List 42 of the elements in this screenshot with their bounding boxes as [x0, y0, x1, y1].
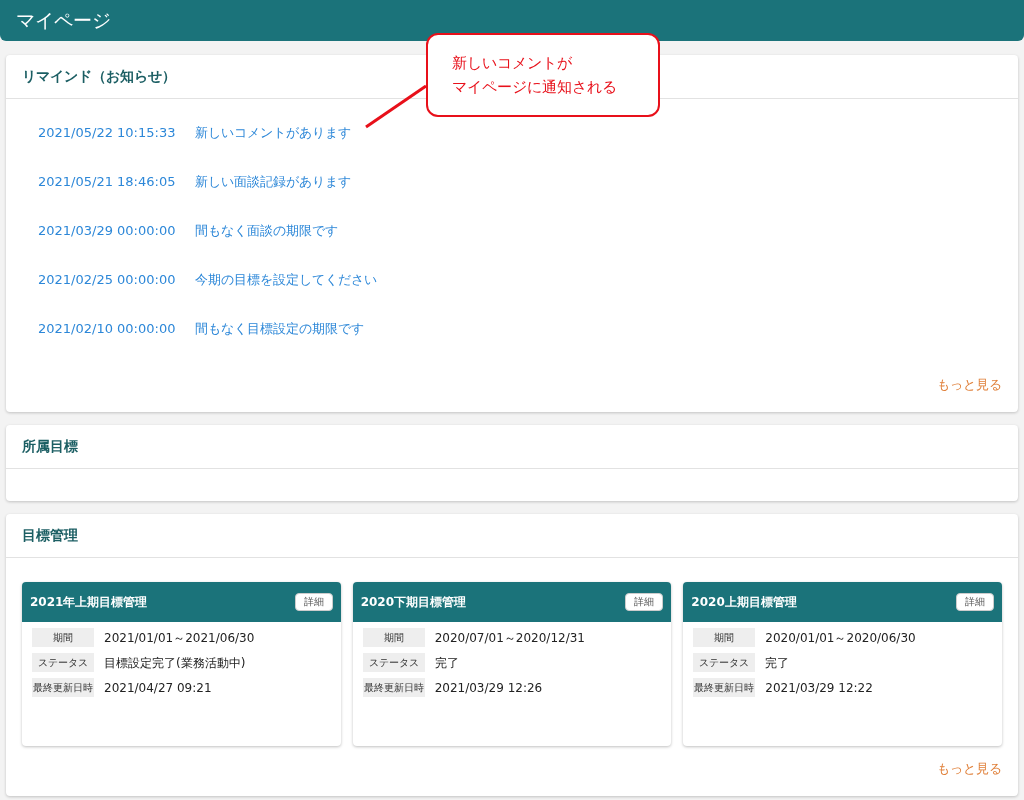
panel-title: 目標管理	[22, 526, 78, 545]
panel-title: 所属目標	[22, 437, 78, 456]
card-title: 2020上期目標管理	[691, 594, 797, 611]
details-button[interactable]: 詳細	[625, 593, 664, 611]
reminder-link[interactable]: 今期の目標を設定してください	[195, 272, 378, 288]
reminder-date: 2021/02/25 00:00:00	[38, 272, 176, 288]
field-value: 目標設定完了(業務活動中)	[104, 654, 246, 672]
field-label: 期間	[362, 628, 425, 647]
callout-text: マイページに通知される	[452, 77, 618, 98]
field-label: 最終更新日時	[693, 678, 756, 697]
reminder-date: 2021/05/22 10:15:33	[38, 125, 176, 141]
callout-text: 新しいコメントが	[452, 53, 573, 74]
field-value: 2021/03/29 12:26	[434, 679, 543, 697]
card-title: 2020下期目標管理	[360, 594, 467, 611]
field-label: ステータス	[32, 653, 94, 672]
field-value: 2020/07/01～2020/12/31	[434, 629, 585, 647]
card-title: 2021年上期目標管理	[30, 594, 148, 611]
field-value: 2021/03/29 12:22	[765, 679, 873, 697]
field-value: 完了	[434, 654, 459, 672]
field-value: 2020/01/01～2020/06/30	[765, 629, 916, 647]
more-link[interactable]: もっと見る	[937, 758, 1002, 778]
reminder-date: 2021/02/10 00:00:00	[38, 321, 176, 337]
details-button[interactable]: 詳細	[294, 593, 333, 611]
field-label: 最終更新日時	[32, 678, 94, 697]
field-label: 期間	[32, 628, 94, 647]
field-label: ステータス	[693, 653, 756, 672]
reminder-date: 2021/05/21 18:46:05	[38, 174, 176, 190]
reminder-link[interactable]: 間もなく面談の期限です	[195, 223, 339, 239]
field-value: 2021/04/27 09:21	[104, 679, 212, 697]
reminder-date: 2021/03/29 00:00:00	[38, 223, 176, 239]
more-link[interactable]: もっと見る	[937, 374, 1002, 394]
field-label: 期間	[693, 628, 756, 647]
field-value: 完了	[765, 654, 790, 672]
page-title: マイページ	[16, 8, 111, 34]
reminder-link[interactable]: 間もなく目標設定の期限です	[195, 321, 365, 337]
panel-title: リマインド（お知らせ）	[22, 67, 176, 86]
field-label: 最終更新日時	[362, 678, 425, 697]
field-label: ステータス	[362, 653, 425, 672]
field-value: 2021/01/01～2021/06/30	[104, 629, 255, 647]
reminder-link[interactable]: 新しい面談記録があります	[195, 174, 352, 190]
details-button[interactable]: 詳細	[956, 593, 994, 611]
reminder-link[interactable]: 新しいコメントがあります	[195, 125, 352, 141]
